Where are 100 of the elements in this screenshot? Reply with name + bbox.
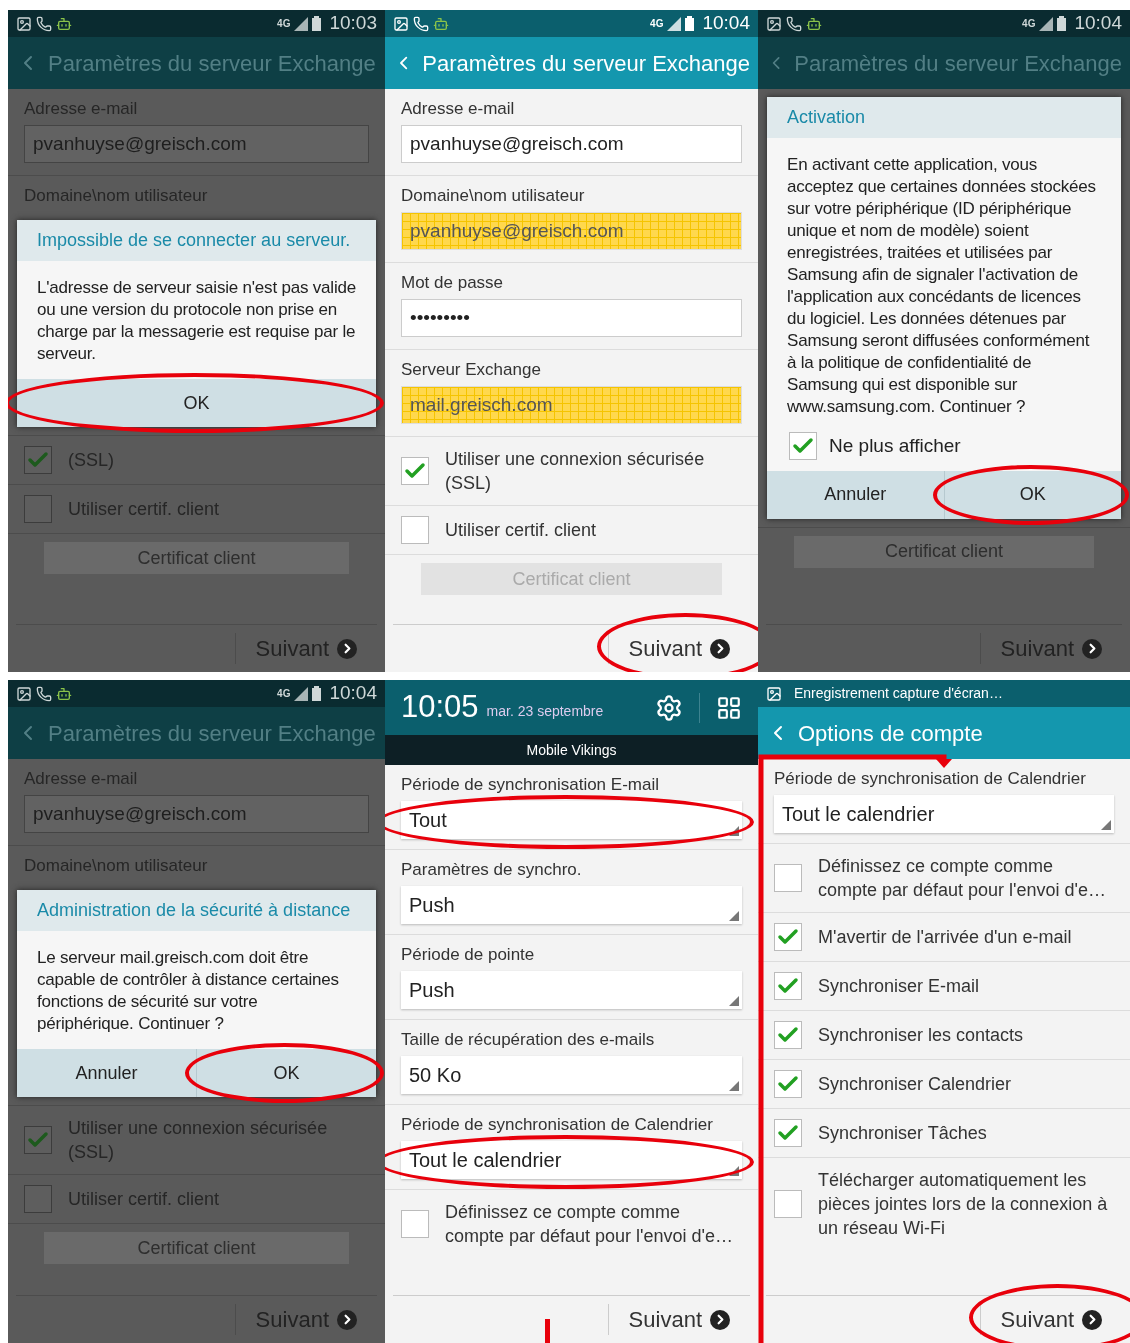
signal-icon: [294, 16, 309, 31]
status-notice: Enregistrement capture d'écran…: [794, 684, 1003, 703]
checkbox-label: Télécharger automatiquement les pièces jointes lors de la connexion à un réseau Wi-Fi: [818, 1169, 1109, 1240]
carrier-label: Mobile Vikings: [385, 735, 758, 765]
next-button[interactable]: Suivant: [628, 632, 730, 665]
dropdown[interactable]: Push: [401, 971, 742, 1009]
dropdown[interactable]: Tout le calendrier: [401, 1141, 742, 1179]
checkbox-label: Synchroniser Calendrier: [818, 1073, 1012, 1096]
dropdown[interactable]: Push: [401, 886, 742, 924]
clock-time: 10:05: [401, 688, 479, 727]
image-icon: [16, 15, 32, 32]
android-icon: [56, 15, 72, 32]
dialog-title: Administration de la sécurité à distance: [17, 890, 376, 931]
phone-icon: [413, 15, 429, 32]
dialog-title: Activation: [767, 97, 1121, 138]
input-field[interactable]: mail.greisch.com: [401, 386, 742, 424]
status-time: 10:04: [1074, 11, 1122, 36]
dialog-button[interactable]: Annuler: [17, 1049, 196, 1097]
battery-icon: [312, 16, 322, 31]
checkbox-label: Utiliser certif. client: [445, 519, 597, 542]
dialog-button[interactable]: OK: [17, 379, 376, 427]
phone-icon: [36, 685, 52, 702]
checkbox-label: Définissez ce compte comme compte par défaut pour l'envoi d'e…: [445, 1201, 735, 1248]
screen-title: Paramètres du serveur Exchange: [48, 719, 376, 748]
corner-triangle-icon: [729, 996, 739, 1006]
chevron-right-icon: [337, 1309, 357, 1330]
image-icon: [393, 15, 409, 32]
chevron-right-icon: [1082, 1309, 1102, 1330]
dialog-message: En activant cette application, vous acceptez que certaines données stockées sur votre périphérique (ID périphérique unique et nom de modèle) soient enregistrées, traitées et utilisées par Samsung afin de signaler l'activation de l'application aux concédants de licences du logiciel. Les données détenues par Samsung seront diffusées conformément à la politique de confidentialité de Samsung qui est disponible sur www.samsung.com. Continuer ?: [786, 154, 1097, 418]
android-icon: [806, 15, 822, 32]
checkbox-label: Définissez ce compte comme compte par défaut pour l'envoi d'e…: [818, 855, 1108, 902]
chevron-right-icon: [337, 638, 357, 659]
network-label: 4G: [1022, 18, 1036, 29]
dialog-button[interactable]: OK: [944, 470, 1121, 519]
network-label: 4G: [650, 18, 664, 29]
checkbox[interactable]: [24, 1126, 52, 1154]
signal-icon: [294, 686, 309, 701]
checkbox-label: Synchroniser E-mail: [818, 975, 980, 998]
checkbox[interactable]: [401, 1210, 429, 1238]
checkbox[interactable]: [774, 1021, 802, 1049]
status-time: 10:03: [329, 11, 377, 36]
screen-title: Paramètres du serveur Exchange: [794, 49, 1122, 78]
image-icon: [16, 685, 32, 702]
dropdown[interactable]: Tout le calendrier: [774, 795, 1114, 833]
screen-title: Paramètres du serveur Exchange: [422, 49, 750, 78]
dialog-message: Le serveur mail.greisch.com doit être capable de contrôler à distance certaines fonctions de sécurité sur votre périphérique. Continuer ?: [36, 947, 340, 1035]
checkbox[interactable]: [24, 495, 52, 523]
corner-triangle-icon: [729, 911, 739, 921]
chevron-right-icon: [1082, 638, 1102, 659]
battery-icon: [312, 686, 322, 701]
input-field[interactable]: •••••••••: [401, 299, 742, 337]
dialog-message: L'adresse de serveur saisie n'est pas valide ou une version du protocole non prise en charge par la messagerie est requise par le serveur.: [36, 277, 357, 365]
checkbox[interactable]: [24, 446, 52, 474]
checkbox[interactable]: [774, 864, 802, 892]
network-label: 4G: [277, 688, 291, 699]
next-button[interactable]: Suivant: [1000, 1303, 1102, 1336]
screen-title: Paramètres du serveur Exchange: [48, 49, 376, 78]
corner-triangle-icon: [1101, 820, 1111, 830]
checkbox-label: Synchroniser les contacts: [818, 1024, 1024, 1047]
checkbox[interactable]: [401, 457, 429, 485]
grid-icon[interactable]: [716, 694, 742, 721]
corner-triangle-icon: [729, 826, 739, 836]
chevron-right-icon: [710, 638, 730, 659]
dropdown[interactable]: 50 Ko: [401, 1056, 742, 1094]
image-icon: [766, 15, 782, 32]
phone-icon: [786, 15, 802, 32]
dropdown[interactable]: Tout: [401, 801, 742, 839]
checkbox[interactable]: [401, 516, 429, 544]
phone-icon: [36, 15, 52, 32]
input-field[interactable]: pvanhuyse@greisch.com: [401, 125, 742, 163]
signal-icon: [1039, 16, 1054, 31]
date-label: mar. 23 septembre: [486, 702, 604, 721]
android-icon: [433, 15, 449, 32]
settings-icon[interactable]: [655, 693, 683, 722]
dialog-button[interactable]: Annuler: [767, 470, 944, 519]
checkbox[interactable]: [789, 432, 817, 461]
network-label: 4G: [277, 18, 291, 29]
android-icon: [56, 685, 72, 702]
dialog-button[interactable]: OK: [197, 1049, 376, 1097]
checkbox[interactable]: [24, 1185, 52, 1213]
image-icon: [766, 685, 782, 702]
status-time: 10:04: [702, 11, 750, 36]
corner-triangle-icon: [729, 1166, 739, 1176]
status-time: 10:04: [329, 681, 377, 706]
signal-icon: [667, 16, 682, 31]
checkbox-label: M'avertir de l'arrivée d'un e-mail: [818, 926, 1072, 949]
checkbox[interactable]: [774, 1070, 802, 1098]
dialog-title: Impossible de se connecter au serveur.: [17, 220, 376, 261]
battery-icon: [1057, 16, 1067, 31]
input-field[interactable]: pvanhuyse@greisch.com: [401, 212, 742, 250]
checkbox[interactable]: [774, 972, 802, 1000]
checkbox[interactable]: [774, 923, 802, 951]
checkbox[interactable]: [774, 1190, 802, 1218]
field-label: Période de synchronisation de Calendrier: [773, 768, 1087, 790]
checkbox[interactable]: [774, 1119, 802, 1147]
checkbox-label: Synchroniser Tâches: [818, 1122, 987, 1145]
chevron-right-icon: [710, 1309, 730, 1330]
field-label: Période de synchronisation E-mail: [400, 774, 660, 796]
screen-title: Options de compte: [798, 719, 983, 748]
next-button[interactable]: Suivant: [628, 1303, 730, 1336]
